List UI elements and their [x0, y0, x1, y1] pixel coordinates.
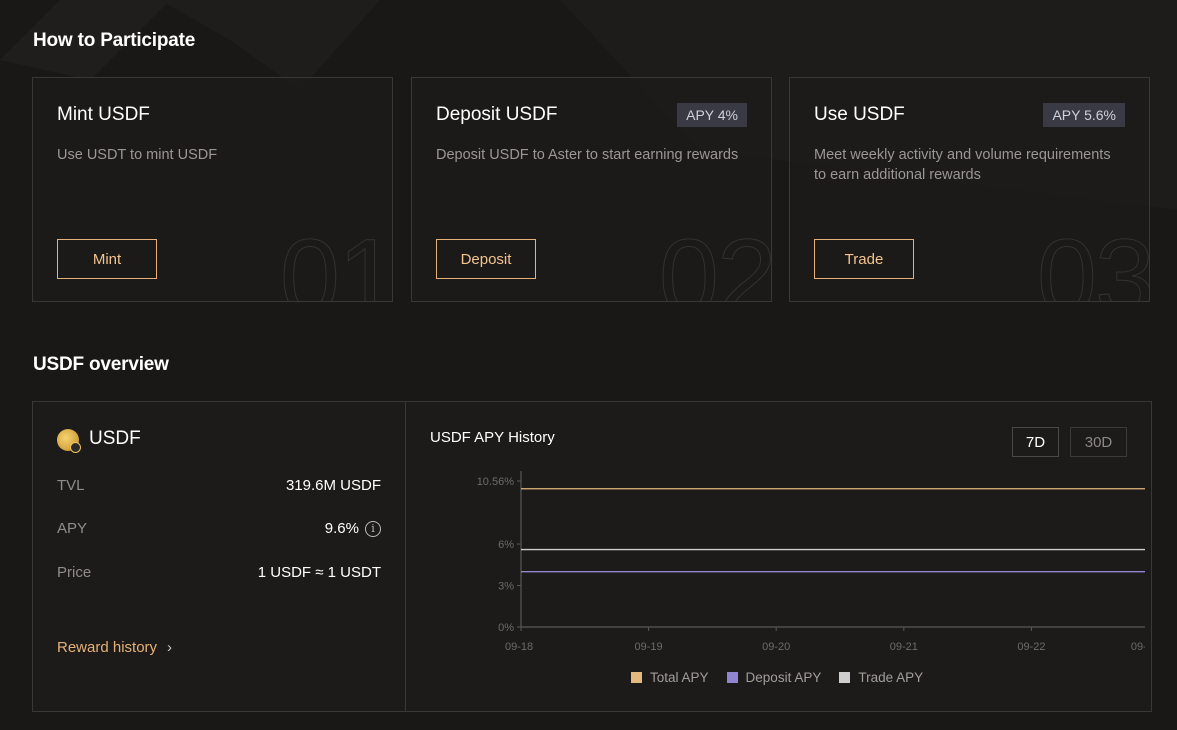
card-title: Use USDF: [814, 104, 905, 125]
legend-label: Total APY: [650, 670, 709, 685]
chart-title: USDF APY History: [430, 429, 555, 446]
token-name: USDF: [89, 428, 141, 449]
x-tick-label: 09-22: [1017, 641, 1045, 653]
apy-value: 9.6%: [324, 520, 359, 537]
stat-row-price: Price 1 USDF ≈ 1 USDT: [57, 564, 381, 581]
x-tick-label: 09-23: [1131, 641, 1145, 653]
y-tick-label: 6%: [498, 539, 514, 551]
section-title-overview: USDF overview: [33, 354, 169, 375]
x-tick-label: 09-20: [762, 641, 790, 653]
chart-legend: Total APY Deposit APY Trade APY: [631, 670, 923, 685]
usdf-token-icon: [57, 429, 81, 453]
apy-history-chart: 0% 3% 6% 10.56% 09-18 09-19 09-20 09-21 09-22 09-…: [477, 471, 1145, 653]
stat-label: TVL: [57, 477, 85, 494]
legend-swatch: [839, 672, 851, 683]
y-tick-label: 3%: [498, 581, 514, 593]
card-title: Mint USDF: [57, 104, 150, 125]
card-number: 01: [279, 216, 393, 302]
legend-item[interactable]: Deposit APY: [726, 670, 822, 685]
overview-stats-panel: USDF TVL 319.6M USDF APY 9.6% i Price 1 …: [33, 402, 406, 711]
deposit-button[interactable]: Deposit: [436, 239, 536, 279]
legend-swatch: [726, 672, 738, 683]
stat-value: 9.6% i: [325, 520, 381, 537]
x-tick-label: 09-18: [505, 641, 533, 653]
reward-history-link[interactable]: Reward history ›: [57, 639, 172, 656]
card-description: Meet weekly activity and volume requirem…: [814, 147, 1111, 183]
x-tick-label: 09-19: [635, 641, 663, 653]
x-tick-label: 09-21: [890, 641, 918, 653]
section-title-participate: How to Participate: [33, 30, 196, 51]
card-description: Use USDT to mint USDF: [57, 147, 218, 163]
stat-label: Price: [57, 564, 92, 581]
price-value: 1 USDF ≈ 1 USDT: [257, 564, 381, 581]
tvl-value: 319.6M USDF: [285, 477, 381, 494]
card-mint: 01 Mint USDF Use USDT to mint USDF Mint: [32, 77, 393, 302]
card-number: 02: [658, 216, 772, 302]
legend-label: Trade APY: [858, 670, 924, 685]
legend-item[interactable]: Total APY: [631, 670, 709, 685]
y-tick-label: 10.56%: [477, 476, 515, 488]
legend-swatch: [631, 672, 642, 683]
legend-item[interactable]: Trade APY: [839, 670, 923, 685]
y-tick-label: 0%: [498, 622, 514, 634]
card-deposit: 02 Deposit USDF APY 4% Deposit USDF to A…: [411, 77, 772, 302]
stat-label: APY: [57, 520, 88, 537]
stat-row-tvl: TVL 319.6M USDF: [57, 477, 381, 494]
stat-row-apy: APY 9.6% i: [57, 520, 381, 537]
reward-history-label: Reward history: [57, 639, 158, 656]
card-description: Deposit USDF to Aster to start earning r…: [436, 147, 739, 163]
info-icon[interactable]: i: [365, 520, 381, 537]
chevron-right-icon: ›: [167, 639, 173, 656]
legend-label: Deposit APY: [745, 670, 822, 685]
card-title: Deposit USDF: [436, 104, 558, 125]
overview-panel: USDF TVL 319.6M USDF APY 9.6% i Price 1 …: [32, 401, 1152, 712]
mint-button[interactable]: Mint: [57, 239, 157, 279]
apy-badge: APY 4%: [677, 103, 747, 127]
stat-value: 1 USDF ≈ 1 USDT: [258, 564, 381, 581]
card-use: 03 Use USDF APY 5.6% Meet weekly activit…: [789, 77, 1150, 302]
stat-value: 319.6M USDF: [286, 477, 381, 494]
trade-button[interactable]: Trade: [814, 239, 914, 279]
card-number: 03: [1036, 216, 1150, 302]
apy-badge: APY 5.6%: [1043, 103, 1125, 127]
